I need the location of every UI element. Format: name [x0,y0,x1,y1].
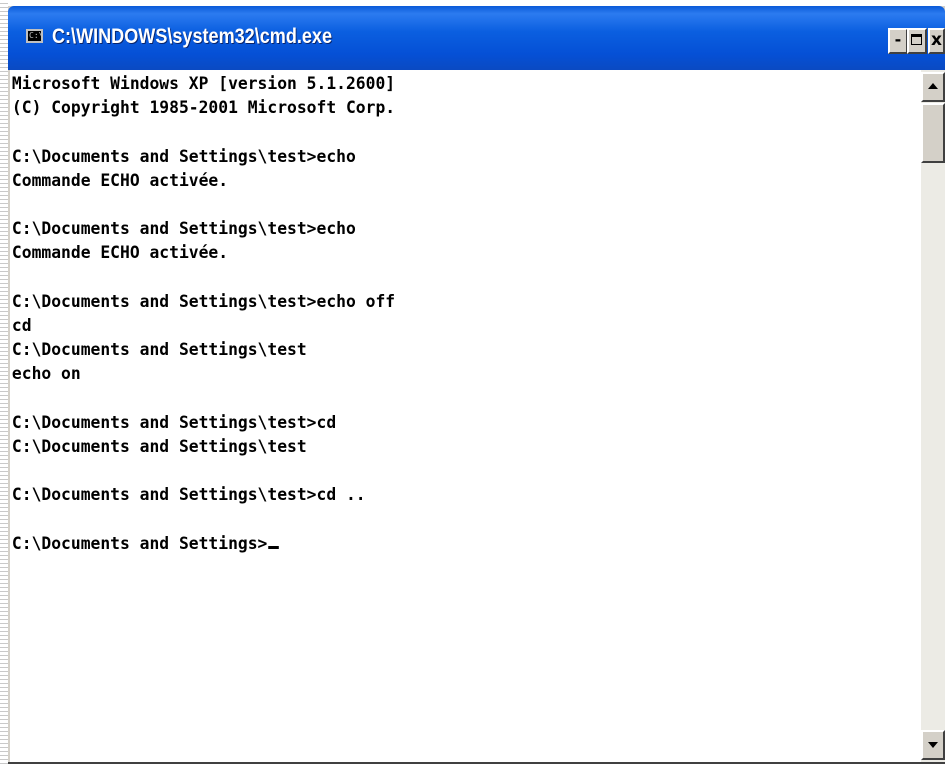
console-line: echo on [11,364,81,385]
scroll-thumb[interactable] [921,103,945,163]
window-title: C:\WINDOWS\system32\cmd.exe [52,25,333,48]
text-cursor [268,545,279,549]
scroll-down-button[interactable] [921,730,945,760]
console-line: Commande ECHO activée. [11,170,229,191]
console-line: C:\Documents and Settings\test [11,340,307,361]
console-line: C:\Documents and Settings> [12,532,885,556]
console-line: C:\Documents and Settings\test>echo [11,146,356,167]
maximize-button[interactable] [907,28,927,54]
console-line: (C) Copyright 1985-2001 Microsoft Corp. [11,98,396,119]
console-text: Microsoft Windows XP [version 5.1.2600] (… [10,70,885,556]
console-line: C:\Documents and Settings\test>cd .. [11,485,366,506]
console-line: cd [11,315,32,336]
console-line: Microsoft Windows XP [version 5.1.2600] [11,74,396,94]
console-icon[interactable]: C:\ [26,29,43,43]
console-line: Commande ECHO activée. [11,243,229,264]
vertical-scrollbar[interactable] [921,70,945,762]
title-bar[interactable]: C:\ C:\WINDOWS\system32\cmd.exe - x [8,6,945,70]
console-line: C:\Documents and Settings\test>echo [11,219,356,240]
maximize-icon [911,34,922,45]
arrow-down-icon [928,742,938,748]
minimize-button[interactable]: - [888,28,908,54]
cmd-window[interactable]: C:\ C:\WINDOWS\system32\cmd.exe - x Micr… [8,6,945,764]
console-line: C:\Documents and Settings\test>echo off [11,291,396,312]
slide-margin-strip [0,0,8,764]
console-line: C:\Documents and Settings\test>cd [11,412,337,433]
console-line: C:\Documents and Settings\test [11,436,307,457]
console-output[interactable]: Microsoft Windows XP [version 5.1.2600] (… [10,70,921,762]
scroll-up-button[interactable] [921,72,945,102]
close-button[interactable]: x [928,28,945,54]
arrow-up-icon [928,83,938,89]
